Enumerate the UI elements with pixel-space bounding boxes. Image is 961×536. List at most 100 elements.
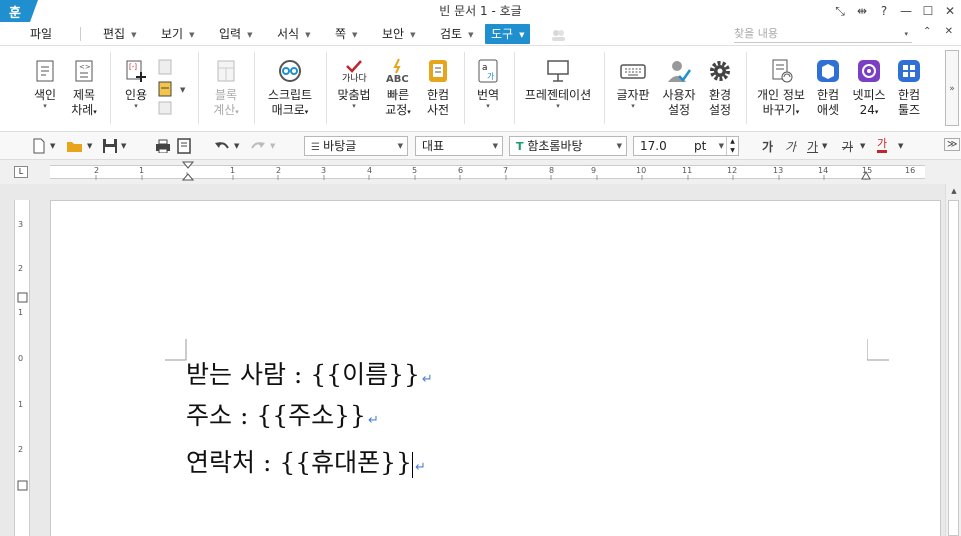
presentation-button[interactable]: 프레젠테이션 ▾ bbox=[522, 58, 594, 110]
hancom-tools-button[interactable]: 한컴 툴즈 bbox=[892, 58, 926, 118]
block-calc-button[interactable]: 블록 계산▾ bbox=[208, 58, 244, 120]
horizontal-ruler-bar: L 2 1 1 2 3 4 5 6 7 8 9 10 11 12 13 14 1… bbox=[0, 160, 961, 184]
svg-text:<>: <> bbox=[79, 63, 91, 71]
quick-correct-icon: ABC bbox=[386, 58, 409, 84]
svg-text:가나다: 가나다 bbox=[342, 73, 367, 84]
scroll-thumb[interactable] bbox=[948, 200, 959, 536]
style-select[interactable]: ☰ 바탕글 ▼ bbox=[304, 136, 408, 156]
margin-corner-top-right bbox=[867, 339, 889, 361]
vertical-indent-marker-icon[interactable] bbox=[17, 480, 29, 492]
window-title: 빈 문서 1 - 호글 bbox=[439, 4, 522, 18]
vertical-ruler[interactable]: 3 2 1 0 1 2 bbox=[14, 200, 30, 536]
truetype-font-icon: T bbox=[516, 140, 524, 153]
menu-bar: 파일 편집 ▼ 보기 ▼ 입력 ▼ 서식 ▼ 쪽 ▼ 보안 ▼ 검토 ▼ 도구 ▼ 찾을 내용 ▾… bbox=[0, 22, 961, 46]
gear-icon bbox=[710, 61, 730, 81]
right-margin-marker-icon[interactable] bbox=[861, 169, 871, 180]
document-page[interactable] bbox=[50, 200, 941, 536]
ruler-tab-selector[interactable]: L bbox=[14, 166, 28, 178]
open-folder-icon[interactable] bbox=[66, 139, 84, 153]
svg-text:[-]: [-] bbox=[129, 63, 137, 71]
keyboard-button[interactable]: 글자판 ▾ bbox=[612, 58, 654, 110]
personal-info-button[interactable]: 개인 정보 바꾸기▾ bbox=[754, 58, 808, 120]
hancom-dictionary-button[interactable]: 한컴 사전 bbox=[420, 58, 456, 118]
strikethrough-button[interactable]: 가 bbox=[842, 138, 853, 155]
dictionary-icon bbox=[429, 60, 447, 82]
menu-insert[interactable]: 입력 ▼ bbox=[219, 24, 252, 44]
print-icon[interactable] bbox=[155, 139, 171, 153]
doc-line-address[interactable]: 주소 : {{주소}} ↵ bbox=[186, 401, 379, 436]
ribbon-collapse-icon[interactable]: ⌃ bbox=[923, 26, 931, 37]
menu-page[interactable]: 쪽 ▼ bbox=[335, 24, 357, 44]
menu-tools[interactable]: 도구 ▼ bbox=[485, 24, 531, 44]
toc-button[interactable]: <> 제목 차례▾ bbox=[66, 58, 102, 120]
doc-line-phone[interactable]: 연락처 : {{휴대폰}} ↵ bbox=[186, 448, 426, 483]
fullscreen-icon[interactable]: ⤡ bbox=[829, 4, 851, 19]
menu-review[interactable]: 검토 ▼ bbox=[440, 24, 473, 44]
menu-file[interactable]: 파일 bbox=[30, 24, 52, 44]
menu-view[interactable]: 보기 ▼ bbox=[161, 24, 194, 44]
netffice-icon bbox=[858, 60, 880, 82]
toolbar-expand-icon[interactable]: ≫ bbox=[944, 138, 961, 151]
vertical-margin-marker-icon[interactable] bbox=[17, 292, 29, 304]
print-preview-icon[interactable] bbox=[177, 138, 191, 154]
citation-icon: [-] bbox=[126, 60, 146, 82]
scroll-up-icon[interactable]: ▲ bbox=[946, 184, 961, 198]
font-size-input[interactable]: 17.0 pt ▼ ▲ ▼ bbox=[633, 136, 739, 156]
toc-icon: <> bbox=[75, 60, 93, 82]
font-select[interactable]: T 함초롬바탕 ▼ bbox=[509, 136, 627, 156]
redo-icon[interactable] bbox=[250, 140, 266, 152]
underline-button[interactable]: 가 bbox=[807, 138, 818, 155]
layout-toggle-icon[interactable]: ⇹ bbox=[851, 4, 873, 18]
menu-edit[interactable]: 편집 ▼ bbox=[103, 24, 136, 44]
indent-marker-icon[interactable] bbox=[182, 161, 194, 183]
translate-button[interactable]: a가 번역 ▾ bbox=[470, 58, 506, 110]
font-color-button[interactable]: 가 bbox=[877, 138, 888, 153]
menu-format[interactable]: 서식 ▼ bbox=[277, 24, 310, 44]
index-button[interactable]: 색인 ▾ bbox=[27, 58, 63, 110]
personal-info-icon bbox=[772, 59, 793, 83]
macro-icon bbox=[279, 60, 301, 82]
vertical-scrollbar[interactable]: ▲ bbox=[945, 184, 961, 536]
user-settings-button[interactable]: 사용자 설정 bbox=[658, 58, 700, 118]
presentation-icon bbox=[547, 60, 569, 82]
tools-grid-icon bbox=[898, 60, 920, 82]
bold-button[interactable]: 가 bbox=[762, 138, 773, 155]
preferences-button[interactable]: 환경 설정 bbox=[702, 58, 738, 118]
script-macro-button[interactable]: 스크립트 매크로▾ bbox=[262, 58, 318, 120]
doc-close-icon[interactable]: ✕ bbox=[945, 26, 953, 37]
quick-correct-button[interactable]: ABC 빠른 교정▾ bbox=[380, 58, 416, 120]
help-icon[interactable]: ? bbox=[873, 4, 895, 18]
italic-button[interactable]: 가 bbox=[785, 138, 796, 155]
language-group-select[interactable]: 대표 ▼ bbox=[415, 136, 503, 156]
save-icon[interactable] bbox=[102, 138, 118, 154]
spellcheck-icon: 가나다 bbox=[342, 60, 367, 84]
font-size-stepper[interactable]: ▲ ▼ bbox=[726, 137, 738, 155]
horizontal-ruler[interactable]: 2 1 1 2 3 4 5 6 7 8 9 10 11 12 13 14 15 … bbox=[50, 161, 925, 181]
text-cursor bbox=[411, 451, 413, 478]
ribbon-scroll-right-icon[interactable]: » bbox=[945, 50, 959, 126]
spellcheck-button[interactable]: 가나다 맞춤법 ▾ bbox=[334, 58, 374, 110]
doc-line-recipient[interactable]: 받는 사람 : {{이름}} ↵ bbox=[186, 360, 433, 395]
block-calc-icon bbox=[217, 60, 235, 82]
search-input[interactable]: 찾을 내용 ▾ bbox=[734, 25, 912, 43]
collab-icon[interactable] bbox=[550, 28, 566, 42]
new-document-icon[interactable] bbox=[32, 138, 46, 154]
netffice-24-button[interactable]: 넷피스 24▾ bbox=[850, 58, 888, 120]
user-settings-icon bbox=[668, 61, 692, 82]
menu-security[interactable]: 보안 ▼ bbox=[382, 24, 415, 44]
undo-icon[interactable] bbox=[214, 140, 230, 152]
asset-icon bbox=[817, 60, 839, 82]
maximize-button[interactable]: ☐ bbox=[917, 4, 939, 18]
svg-text:ABC: ABC bbox=[386, 74, 409, 84]
index-icon bbox=[36, 60, 54, 82]
margin-corner-top-left bbox=[165, 339, 187, 361]
svg-text:가: 가 bbox=[487, 72, 495, 81]
citation-button[interactable]: [-] 인용 ▾ bbox=[118, 58, 154, 110]
citation-tools-icon[interactable] bbox=[156, 58, 176, 118]
hancom-asset-button[interactable]: 한컴 애셋 bbox=[812, 58, 844, 118]
format-toolbar: ▼ ▼ ▼ ▼ ▼ ☰ 바탕글 ▼ 대표 ▼ T 함초롬바탕 ▼ 17.0 pt ▼ ▲ ▼… bbox=[0, 132, 961, 160]
citation-more-icon[interactable]: ▼ bbox=[180, 86, 185, 94]
close-button[interactable]: ✕ bbox=[939, 4, 961, 18]
translate-icon: a가 bbox=[478, 59, 498, 83]
minimize-button[interactable]: — bbox=[895, 4, 917, 18]
